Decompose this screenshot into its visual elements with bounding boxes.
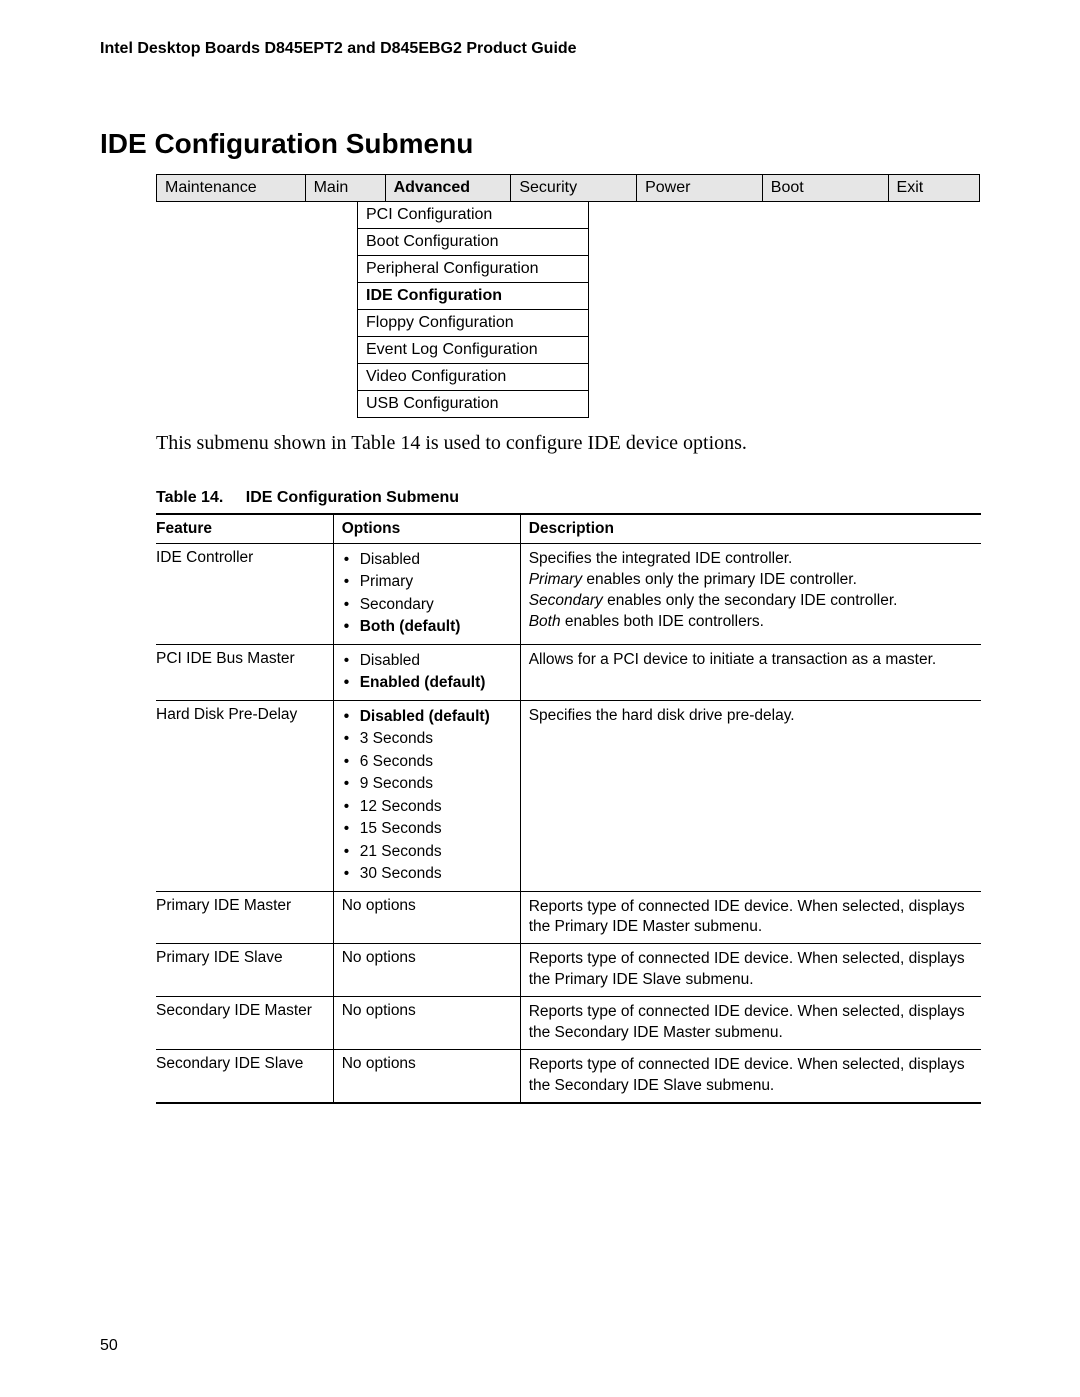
menu-tabs: MaintenanceMainAdvancedSecurityPowerBoot… (156, 174, 980, 202)
option-item: 9 Seconds (342, 773, 512, 795)
description-text: Reports type of connected IDE device. Wh… (529, 1055, 973, 1097)
description-cell: Allows for a PCI device to initiate a tr… (520, 644, 981, 700)
option-item: 3 Seconds (342, 728, 512, 750)
feature-cell: PCI IDE Bus Master (156, 644, 333, 700)
description-cell: Reports type of connected IDE device. Wh… (520, 891, 981, 944)
submenu-item: Event Log Configuration (358, 337, 589, 364)
submenu-item: Floppy Configuration (358, 310, 589, 337)
table-row: IDE ControllerDisabledPrimarySecondaryBo… (156, 544, 981, 645)
options-cell: No options (333, 944, 520, 997)
submenu-item: PCI Configuration (358, 202, 589, 229)
description-cell: Reports type of connected IDE device. Wh… (520, 944, 981, 997)
table-row: Hard Disk Pre-DelayDisabled (default)3 S… (156, 700, 981, 891)
feature-cell: Primary IDE Master (156, 891, 333, 944)
option-item: 30 Seconds (342, 863, 512, 885)
running-header: Intel Desktop Boards D845EPT2 and D845EB… (100, 40, 980, 58)
options-cell: No options (333, 997, 520, 1050)
submenu-item: Peripheral Configuration (358, 256, 589, 283)
option-item: Disabled (default) (342, 706, 512, 728)
table-caption-title: IDE Configuration Submenu (246, 489, 459, 506)
submenu-item: Boot Configuration (358, 229, 589, 256)
header-feature: Feature (156, 514, 333, 544)
menu-tab: Main (305, 175, 385, 202)
options-cell: No options (333, 891, 520, 944)
table-row: Secondary IDE SlaveNo optionsReports typ… (156, 1050, 981, 1103)
menu-tab: Boot (762, 175, 888, 202)
option-item: 15 Seconds (342, 818, 512, 840)
options-cell: DisabledEnabled (default) (333, 644, 520, 700)
menu-tab: Exit (888, 175, 979, 202)
option-item: 6 Seconds (342, 751, 512, 773)
option-item: Disabled (342, 650, 512, 672)
options-cell: DisabledPrimarySecondaryBoth (default) (333, 544, 520, 645)
description-cell: Reports type of connected IDE device. Wh… (520, 997, 981, 1050)
description-cell: Reports type of connected IDE device. Wh… (520, 1050, 981, 1103)
feature-table: Feature Options Description IDE Controll… (156, 513, 981, 1104)
options-cell: No options (333, 1050, 520, 1103)
page: Intel Desktop Boards D845EPT2 and D845EB… (0, 0, 1080, 1397)
description-text: Specifies the hard disk drive pre-delay. (529, 706, 973, 727)
description-cell: Specifies the hard disk drive pre-delay. (520, 700, 981, 891)
table-caption: Table 14. IDE Configuration Submenu (156, 489, 980, 507)
feature-cell: Primary IDE Slave (156, 944, 333, 997)
section-title: IDE Configuration Submenu (100, 128, 980, 160)
intro-text: This submenu shown in Table 14 is used t… (156, 432, 980, 455)
description-text: Specifies the integrated IDE controller.… (529, 549, 973, 633)
options-cell: Disabled (default)3 Seconds6 Seconds9 Se… (333, 700, 520, 891)
submenu-item: Video Configuration (358, 364, 589, 391)
menu-tab: Advanced (385, 175, 511, 202)
description-text: Reports type of connected IDE device. Wh… (529, 949, 973, 991)
description-text: Reports type of connected IDE device. Wh… (529, 1002, 973, 1044)
table-row: Secondary IDE MasterNo optionsReports ty… (156, 997, 981, 1050)
description-text: Allows for a PCI device to initiate a tr… (529, 650, 973, 671)
menu-tab: Maintenance (157, 175, 306, 202)
feature-cell: Secondary IDE Master (156, 997, 333, 1050)
menu-tab: Security (511, 175, 637, 202)
submenu-list: PCI ConfigurationBoot ConfigurationPerip… (357, 202, 589, 418)
option-item: 12 Seconds (342, 796, 512, 818)
submenu-item: IDE Configuration (358, 283, 589, 310)
header-options: Options (333, 514, 520, 544)
option-item: Disabled (342, 549, 512, 571)
option-item: Both (default) (342, 616, 512, 638)
feature-cell: IDE Controller (156, 544, 333, 645)
description-cell: Specifies the integrated IDE controller.… (520, 544, 981, 645)
menu-tab: Power (637, 175, 763, 202)
feature-cell: Secondary IDE Slave (156, 1050, 333, 1103)
table-row: Primary IDE MasterNo optionsReports type… (156, 891, 981, 944)
option-item: Primary (342, 571, 512, 593)
submenu-item: USB Configuration (358, 391, 589, 418)
table-caption-number: Table 14. (156, 489, 223, 506)
page-number: 50 (100, 1337, 118, 1355)
header-description: Description (520, 514, 981, 544)
option-item: 21 Seconds (342, 841, 512, 863)
description-text: Reports type of connected IDE device. Wh… (529, 897, 973, 939)
bios-menu-diagram: MaintenanceMainAdvancedSecurityPowerBoot… (156, 174, 980, 418)
option-item: Enabled (default) (342, 672, 512, 694)
table-row: Primary IDE SlaveNo optionsReports type … (156, 944, 981, 997)
table-row: PCI IDE Bus MasterDisabledEnabled (defau… (156, 644, 981, 700)
feature-cell: Hard Disk Pre-Delay (156, 700, 333, 891)
option-item: Secondary (342, 594, 512, 616)
